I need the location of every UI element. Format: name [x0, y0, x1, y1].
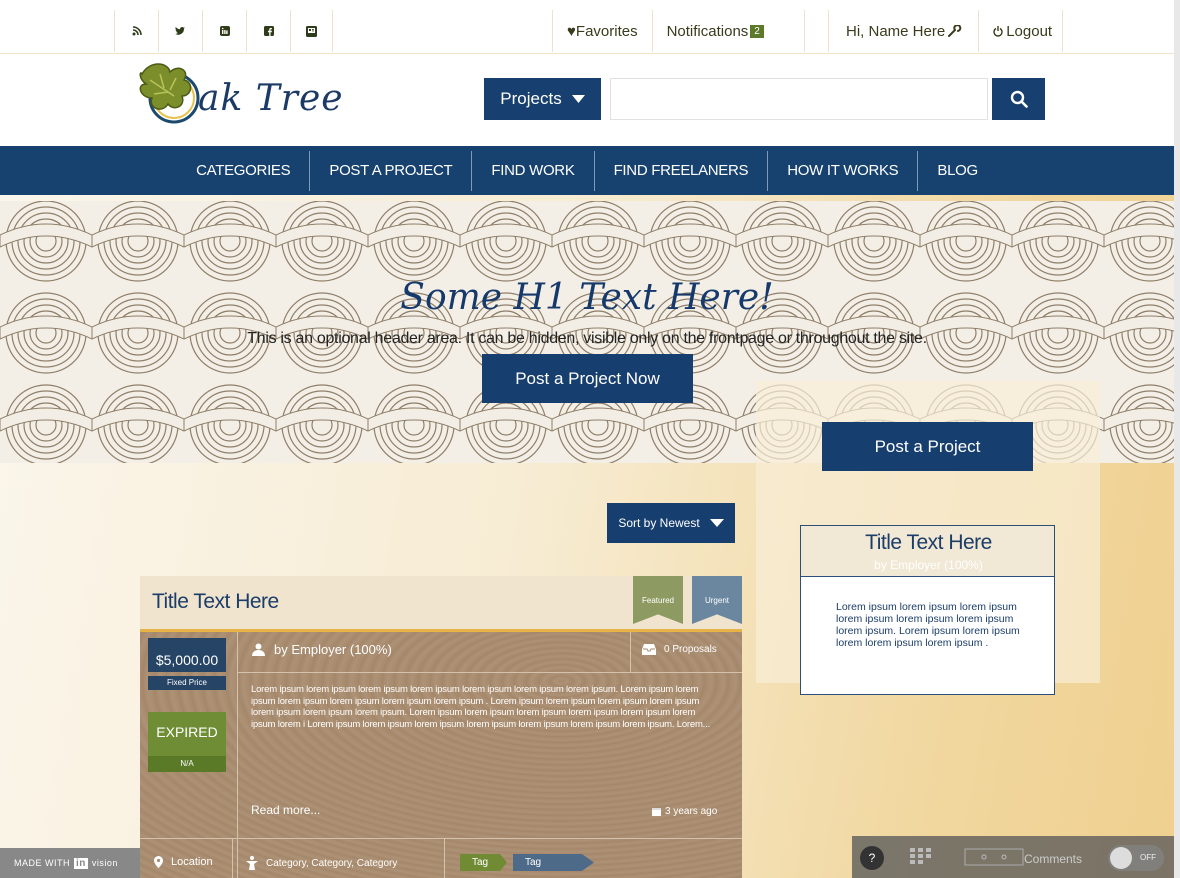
search-type-label: Projects: [500, 89, 562, 108]
sidebar-card-header: Title Text Here by Employer (100%): [801, 526, 1054, 577]
comments-label[interactable]: Comments: [1024, 852, 1082, 866]
screen-icon[interactable]: [964, 848, 1024, 866]
power-icon: [993, 25, 1003, 37]
invision-brand-suffix: vision: [91, 858, 118, 868]
tag-chip[interactable]: Tag: [513, 854, 594, 871]
nav-blog[interactable]: BLOG: [918, 151, 996, 191]
user-utility-links: ♥Favorites Notifications 2: [552, 10, 805, 52]
favorites-link[interactable]: ♥Favorites: [552, 10, 652, 52]
nav-find-freelancers[interactable]: FIND FREELANERS: [595, 150, 769, 191]
divider: [630, 632, 631, 672]
price-badge: $5,000.00: [148, 638, 226, 672]
project-listing-card[interactable]: Title Text Here Featured Urgent $5,000.0…: [140, 576, 742, 878]
sidebar-card-body: Lorem ipsum lorem ipsum lorem ipsum lore…: [836, 601, 1020, 649]
logo-wordmark[interactable]: ak Tree: [198, 78, 344, 119]
listing-description: Lorem ipsum lorem ipsum lorem ipsum lore…: [251, 684, 711, 730]
hero-subtitle: This is an optional header area. It can …: [247, 330, 927, 347]
tag-chip[interactable]: Tag: [460, 854, 507, 871]
sidebar-project-card[interactable]: Title Text Here by Employer (100%) Lorem…: [800, 525, 1055, 695]
hero-title: Some H1 Text Here!: [400, 277, 774, 318]
location-info: Location: [154, 856, 213, 868]
nav-find-work[interactable]: FIND WORK: [472, 150, 595, 191]
account-links: Hi, Name Here Logout: [828, 10, 1064, 52]
grid-icon[interactable]: [910, 848, 932, 864]
search-icon: [1010, 90, 1028, 108]
nav-how-it-works[interactable]: HOW IT WORKS: [768, 150, 919, 191]
social-links: [114, 10, 333, 52]
divider: [444, 838, 445, 878]
post-project-now-button[interactable]: Post a Project Now: [482, 354, 693, 403]
notifications-count-badge: 2: [750, 24, 764, 38]
status-sub-label: N/A: [148, 756, 226, 772]
categories-label[interactable]: Category, Category, Category: [266, 858, 397, 869]
posted-time: 3 years ago: [652, 806, 717, 817]
logout-link[interactable]: Logout: [978, 10, 1064, 52]
sidebar-card-title[interactable]: Title Text Here: [801, 531, 1056, 555]
toggle-knob: [1110, 847, 1132, 869]
twitter-icon[interactable]: [159, 10, 203, 52]
divider: [140, 838, 742, 839]
user-greeting: Hi, Name Here: [846, 22, 946, 40]
logout-label: Logout: [1006, 22, 1053, 40]
wrench-icon: [948, 25, 962, 37]
rss-icon[interactable]: [115, 10, 159, 52]
page-scrollbar[interactable]: [1174, 0, 1180, 878]
linkedin-icon[interactable]: [203, 10, 247, 52]
card-wood-background: [140, 632, 742, 878]
inbox-icon: [642, 644, 656, 655]
search-input[interactable]: [610, 78, 988, 120]
made-with-invision-badge[interactable]: MADE WITH in vision: [0, 848, 140, 878]
sidebar-post-project-button[interactable]: Post a Project: [822, 422, 1033, 471]
category-info: Category, Category, Category: [246, 856, 397, 870]
proposals-label: 0 Proposals: [664, 644, 717, 655]
search-button[interactable]: [992, 78, 1045, 120]
caret-down-icon: [709, 519, 724, 527]
sidebar-card-employer: by Employer (100%): [874, 558, 983, 572]
caret-down-icon: [571, 95, 585, 103]
posted-label: 3 years ago: [665, 806, 718, 817]
comments-toggle[interactable]: OFF: [1108, 845, 1164, 871]
invision-brand-mark: in: [74, 857, 88, 869]
made-with-label: MADE WITH: [14, 858, 70, 868]
location-label: Location: [171, 856, 213, 868]
price-type-label: Fixed Price: [148, 676, 226, 690]
divider: [237, 672, 742, 673]
account-menu[interactable]: Hi, Name Here: [828, 10, 978, 52]
user-icon: [252, 643, 265, 656]
nav-categories[interactable]: CATEGORIES: [177, 150, 311, 191]
proposals-count: 0 Proposals: [642, 644, 717, 655]
facebook-icon[interactable]: [247, 10, 291, 52]
help-button[interactable]: ?: [860, 846, 884, 870]
top-bar: ♥Favorites Notifications 2 Hi, Name Here…: [0, 0, 1180, 54]
search-type-dropdown[interactable]: Projects: [484, 78, 601, 120]
calendar-icon: [652, 808, 661, 816]
category-icon: [246, 856, 258, 870]
favorites-label: ♥Favorites: [567, 22, 638, 40]
notifications-label: Notifications: [666, 22, 749, 40]
employer-link[interactable]: by Employer (100%): [252, 642, 392, 657]
read-more-link[interactable]: Read more...: [251, 803, 320, 817]
nav-post-a-project[interactable]: POST A PROJECT: [310, 150, 473, 191]
listing-title[interactable]: Title Text Here: [152, 590, 279, 614]
employer-label: by Employer (100%): [274, 642, 392, 657]
map-pin-icon: [154, 856, 163, 868]
notifications-link[interactable]: Notifications 2: [651, 10, 805, 52]
divider: [237, 632, 238, 878]
sort-label: Sort by Newest: [618, 516, 700, 530]
contact-icon[interactable]: [291, 10, 333, 52]
sort-dropdown[interactable]: Sort by Newest: [607, 503, 735, 543]
divider: [232, 838, 233, 878]
toggle-state-label: OFF: [1140, 853, 1156, 862]
main-navigation: CATEGORIES POST A PROJECT FIND WORK FIND…: [0, 146, 1174, 195]
